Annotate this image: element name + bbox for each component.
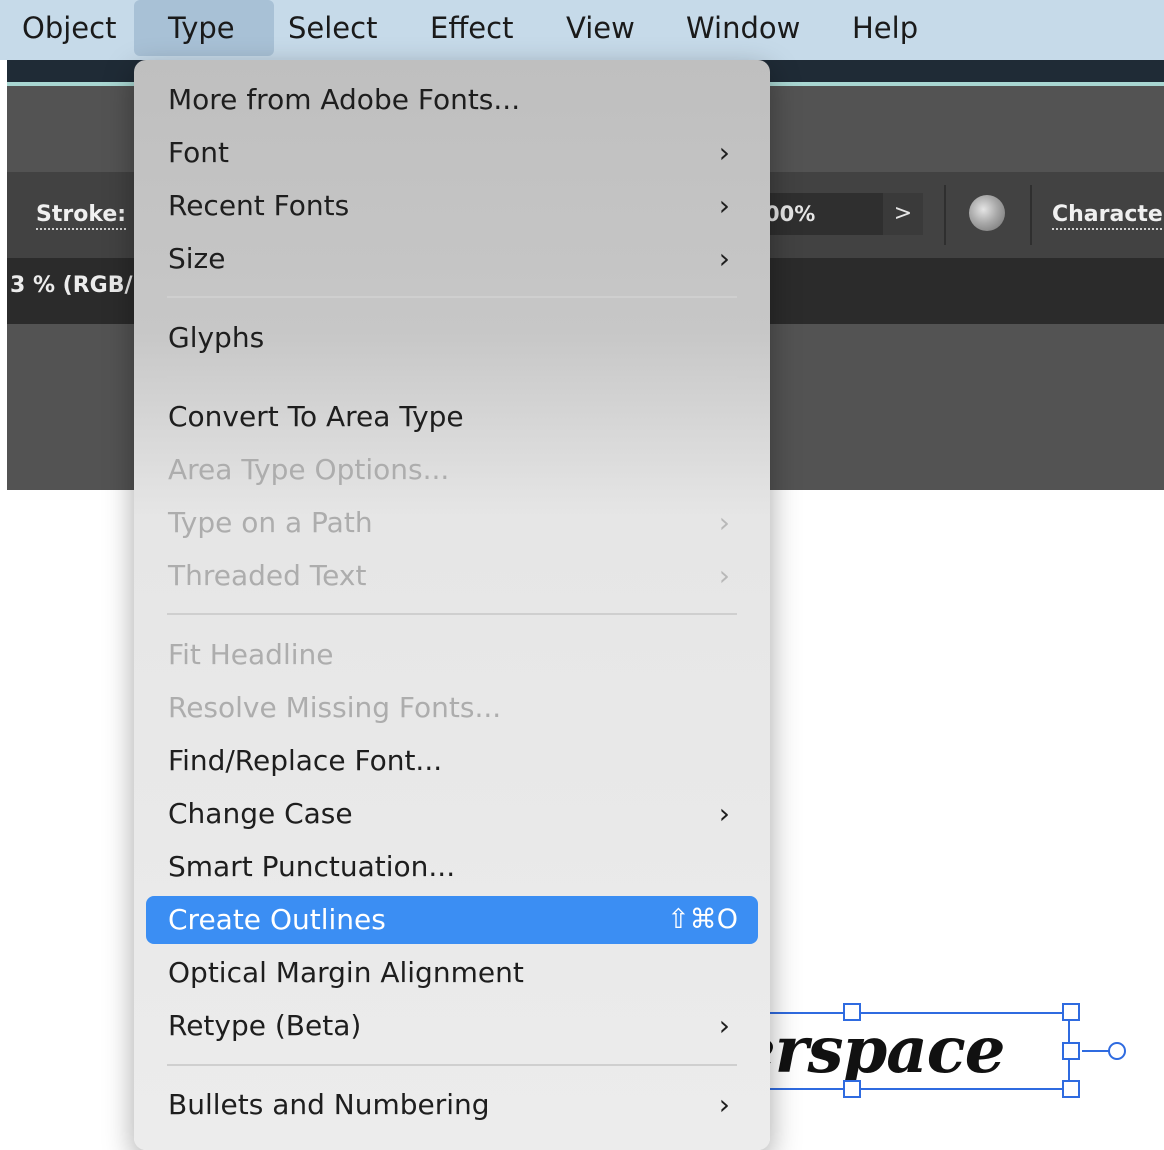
menu-item-retype-beta[interactable]: Retype (Beta) › (146, 1002, 758, 1050)
menu-item-label: Fit Headline (168, 638, 334, 671)
menu-item-recent-fonts[interactable]: Recent Fonts › (146, 182, 758, 230)
menu-item-label: Area Type Options... (168, 453, 450, 486)
menu-item-convert-to-area-type[interactable]: Convert To Area Type (146, 393, 758, 441)
document-tab-title[interactable]: 3 % (RGB/ (10, 273, 133, 298)
menu-item-label: Find/Replace Font... (168, 744, 443, 777)
selection-handle[interactable] (1062, 1080, 1080, 1098)
menu-type[interactable]: Type (134, 0, 274, 56)
menu-bar: Object Type Select Effect View Window He… (0, 0, 1164, 60)
menu-item-label: Recent Fonts (168, 189, 350, 222)
chevron-right-icon: › (718, 189, 730, 222)
selection-handle[interactable] (843, 1080, 861, 1098)
opacity-dropdown-button[interactable]: > (883, 193, 923, 235)
menu-item-find-replace-font[interactable]: Find/Replace Font... (146, 737, 758, 785)
menu-item-more-from-adobe-fonts[interactable]: More from Adobe Fonts... (146, 76, 758, 124)
menu-divider (167, 296, 737, 298)
recolor-globe-icon[interactable] (969, 195, 1005, 231)
menu-item-font[interactable]: Font › (146, 129, 758, 177)
menu-window[interactable]: Window (668, 0, 818, 56)
selection-handle[interactable] (843, 1003, 861, 1021)
menu-view[interactable]: View (548, 0, 653, 56)
menu-item-label: Retype (Beta) (168, 1009, 362, 1042)
menu-item-label: Type on a Path (168, 506, 373, 539)
menu-item-size[interactable]: Size › (146, 235, 758, 283)
menu-item-label: Bullets and Numbering (168, 1088, 490, 1121)
separator (1030, 185, 1032, 245)
menu-item-label: More from Adobe Fonts... (168, 83, 521, 116)
menu-divider (167, 376, 737, 378)
menu-divider (167, 1064, 737, 1066)
menu-item-glyphs[interactable]: Glyphs (146, 314, 758, 362)
chevron-right-icon: › (718, 506, 730, 539)
chevron-right-icon: › (718, 1088, 730, 1121)
menu-item-label: Glyphs (168, 321, 265, 354)
shortcut-shift-cmd-o: ⇧⌘O (667, 904, 738, 935)
menu-item-label: Size (168, 242, 226, 275)
chevron-right-icon: › (718, 1009, 730, 1042)
separator (944, 185, 946, 245)
menu-item-label: Create Outlines (168, 903, 386, 936)
type-menu-dropdown: More from Adobe Fonts... Font › Recent Fo… (134, 60, 770, 1150)
menu-effect[interactable]: Effect (412, 0, 531, 56)
character-panel-link[interactable]: Character (1052, 202, 1164, 230)
menu-item-label: Optical Margin Alignment (168, 956, 524, 989)
menu-divider (167, 613, 737, 615)
menu-help[interactable]: Help (834, 0, 936, 56)
selection-bounding-box (740, 1012, 1070, 1090)
menu-item-label: Threaded Text (168, 559, 367, 592)
menu-item-label: Change Case (168, 797, 353, 830)
opacity-field[interactable]: 00% (755, 193, 883, 235)
menu-item-label: Font (168, 136, 229, 169)
menu-item-create-outlines[interactable]: Create Outlines ⇧⌘O (146, 896, 758, 944)
rotation-handle[interactable] (1108, 1042, 1126, 1060)
menu-item-change-case[interactable]: Change Case › (146, 790, 758, 838)
menu-item-fit-headline: Fit Headline (146, 631, 758, 679)
chevron-right-icon: › (718, 136, 730, 169)
selection-handle[interactable] (1062, 1003, 1080, 1021)
menu-item-label: Resolve Missing Fonts... (168, 691, 502, 724)
menu-item-resolve-missing-fonts: Resolve Missing Fonts... (146, 684, 758, 732)
selection-handle[interactable] (1062, 1042, 1080, 1060)
menu-object[interactable]: Object (4, 0, 134, 56)
menu-item-bullets-and-numbering[interactable]: Bullets and Numbering › (146, 1081, 758, 1129)
chevron-right-icon: › (718, 797, 730, 830)
menu-select[interactable]: Select (270, 0, 395, 56)
stroke-label[interactable]: Stroke: (36, 202, 127, 230)
menu-item-optical-margin-alignment[interactable]: Optical Margin Alignment (146, 949, 758, 997)
chevron-right-icon: › (718, 559, 730, 592)
menu-item-threaded-text: Threaded Text › (146, 552, 758, 600)
menu-item-label: Convert To Area Type (168, 400, 464, 433)
menu-item-type-on-a-path: Type on a Path › (146, 499, 758, 547)
menu-item-smart-punctuation[interactable]: Smart Punctuation... (146, 843, 758, 891)
menu-item-area-type-options: Area Type Options... (146, 446, 758, 494)
chevron-right-icon: › (718, 242, 730, 275)
menu-item-label: Smart Punctuation... (168, 850, 456, 883)
